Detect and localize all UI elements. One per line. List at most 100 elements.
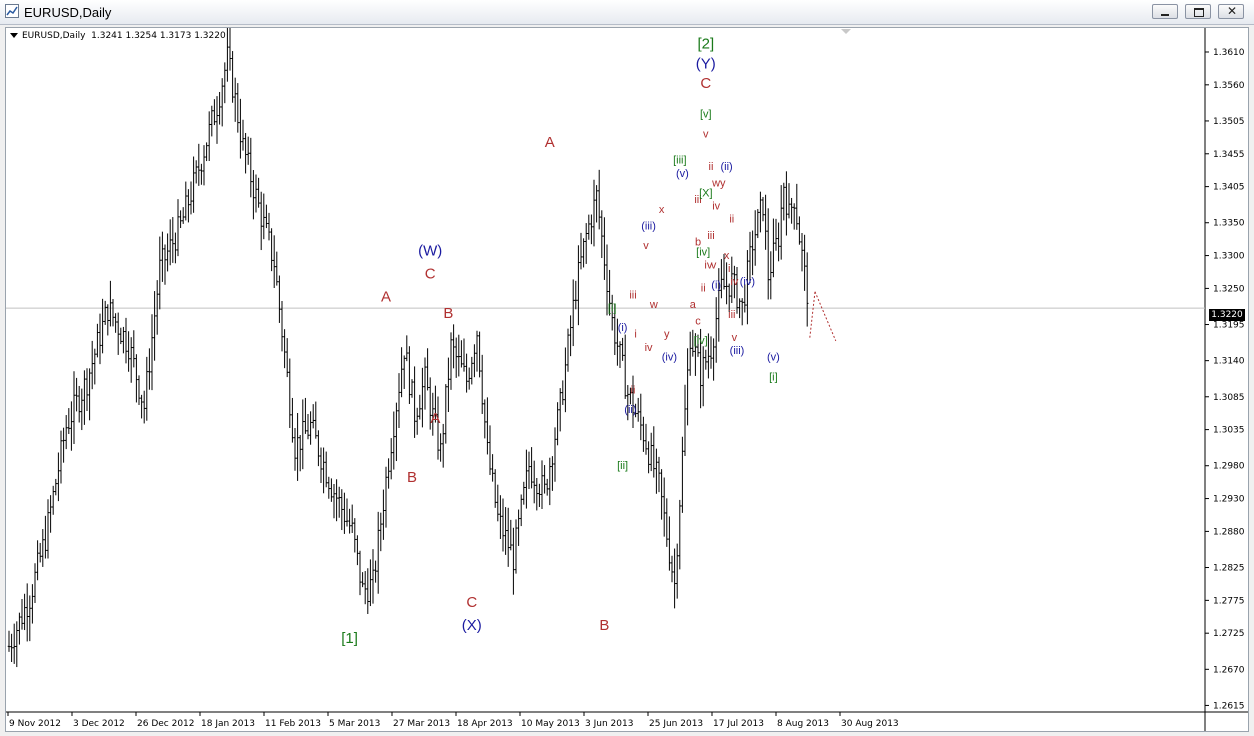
wave-label: v (643, 240, 649, 252)
x-tick-label: 3 Jun 2013 (585, 719, 633, 729)
wave-label: A (545, 134, 555, 151)
wave-label: iii (629, 289, 636, 301)
wave-label: x (659, 204, 665, 216)
y-tick-label: 1.2725 (1213, 629, 1245, 639)
shift-marker-icon[interactable] (841, 29, 851, 34)
wave-label: [iv] (696, 247, 710, 259)
wave-label: C (466, 594, 477, 611)
wave-label: v (703, 128, 709, 140)
x-tick-label: 11 Feb 2013 (265, 719, 321, 729)
y-tick-label: 1.2930 (1213, 495, 1245, 505)
wave-label: (ii) (720, 161, 732, 173)
y-tick-label: 1.3300 (1213, 252, 1245, 262)
wave-label: iv (730, 276, 738, 288)
chart-app-icon (5, 4, 19, 18)
x-tick-label: 5 Mar 2013 (329, 719, 380, 729)
wave-label: (i) (618, 322, 628, 334)
x-tick-label: 25 Jun 2013 (649, 719, 703, 729)
chart-area[interactable]: 1.3610 1.3560 1.3505 1.3455 1.3405 1.3350 1.33… (5, 27, 1249, 732)
wave-label: w (649, 299, 658, 311)
wave-label: (iii) (730, 345, 745, 357)
y-tick-label: 1.3560 (1213, 81, 1245, 91)
y-tick-label: 1.3455 (1213, 150, 1245, 160)
symbol-name: EURUSD,Daily (22, 31, 86, 41)
x-tick-label: 18 Apr 2013 (457, 719, 513, 729)
x-tick-label: 27 Mar 2013 (393, 719, 450, 729)
projection-line (809, 291, 816, 338)
wave-label: a (690, 299, 697, 311)
wave-label: B (599, 617, 609, 634)
x-tick-label: 3 Dec 2012 (73, 719, 125, 729)
wave-label: [iv] (694, 335, 708, 347)
x-tick-label: 9 Nov 2012 (9, 719, 61, 729)
wave-label: ii (709, 161, 714, 173)
wave-label: iv (645, 342, 653, 354)
last-price-tag: 1.3220 (1209, 309, 1245, 321)
y-tick-label: 1.3140 (1213, 357, 1245, 367)
ohlc-values: 1.3241 1.3254 1.3173 1.3220 (91, 31, 226, 41)
y-tick-label: 1.3195 (1213, 321, 1245, 331)
y-tick-label: 1.2825 (1213, 564, 1245, 574)
y-tick-label: 1.3505 (1213, 117, 1245, 127)
wave-label: (iii) (641, 220, 656, 232)
price-chart[interactable]: 1.3610 1.3560 1.3505 1.3455 1.3405 1.3350 1.33… (6, 28, 1248, 731)
wave-label: [iii] (673, 155, 686, 167)
minimize-button[interactable] (1152, 4, 1178, 19)
wave-label: y (664, 329, 670, 341)
wave-label: B (407, 469, 417, 486)
wave-label: (X) (462, 617, 482, 634)
x-tick-label: 18 Jan 2013 (201, 719, 255, 729)
wave-label: iii (728, 309, 735, 321)
wave-label: (iv) (662, 352, 677, 364)
wave-label: C (700, 75, 711, 92)
projection-line (814, 291, 837, 342)
wave-label: (v) (676, 168, 689, 180)
wave-label: ii (729, 214, 734, 226)
restore-button[interactable] (1185, 4, 1211, 19)
wave-label: B (443, 305, 453, 322)
y-tick-label: 1.3610 (1213, 48, 1245, 58)
wave-label: (ii) (624, 404, 636, 416)
wave-label: C (425, 266, 436, 283)
y-tick-label: 1.3250 (1213, 284, 1245, 294)
dropdown-triangle-icon[interactable] (10, 33, 18, 38)
y-tick-label: 1.2670 (1213, 665, 1245, 675)
wave-label: [2] (697, 36, 714, 53)
y-tick-label: 1.3035 (1213, 426, 1245, 436)
wave-label: x (724, 250, 730, 262)
wave-label: [v] (700, 109, 712, 121)
x-tick-label: 26 Dec 2012 (137, 719, 195, 729)
minimize-icon (1161, 14, 1169, 16)
restore-icon (1194, 8, 1204, 17)
wave-label: [i] (608, 302, 617, 314)
y-tick-label: 1.2880 (1213, 527, 1245, 537)
x-tick-label: 30 Aug 2013 (841, 719, 899, 729)
wave-label: (W) (418, 243, 442, 260)
wave-label: A (381, 289, 391, 306)
close-button[interactable]: ✕ (1218, 4, 1244, 19)
wave-label: (Y) (696, 55, 716, 72)
wave-label: ii (631, 384, 636, 396)
symbol-info: EURUSD,Daily 1.3241 1.3254 1.3173 1.3220 (10, 31, 226, 41)
y-tick-label: 1.2775 (1213, 596, 1245, 606)
window-title: EURUSD,Daily (24, 5, 112, 20)
wave-label: c (695, 316, 701, 328)
wave-label: v (732, 332, 738, 344)
y-tick-label: 1.3085 (1213, 393, 1245, 403)
wave-label: v (711, 260, 717, 272)
wave-label: [ii] (617, 460, 628, 472)
wave-label: iii (707, 230, 714, 242)
wave-label: A (430, 410, 440, 427)
x-tick-label: 17 Jul 2013 (713, 719, 764, 729)
wave-label: [1] (341, 630, 358, 647)
window-titlebar[interactable]: EURUSD,Daily ✕ (0, 0, 1254, 25)
wave-label: [i] (769, 371, 778, 383)
wave-label: i (634, 329, 636, 341)
y-tick-label: 1.2615 (1213, 701, 1245, 711)
wave-label: (iv) (740, 276, 755, 288)
wave-label: wy (711, 178, 726, 190)
x-tick-label: 10 May 2013 (521, 719, 580, 729)
wave-label: ii (701, 283, 706, 295)
wave-label: i (728, 263, 730, 275)
y-tick-label: 1.3350 (1213, 219, 1245, 229)
